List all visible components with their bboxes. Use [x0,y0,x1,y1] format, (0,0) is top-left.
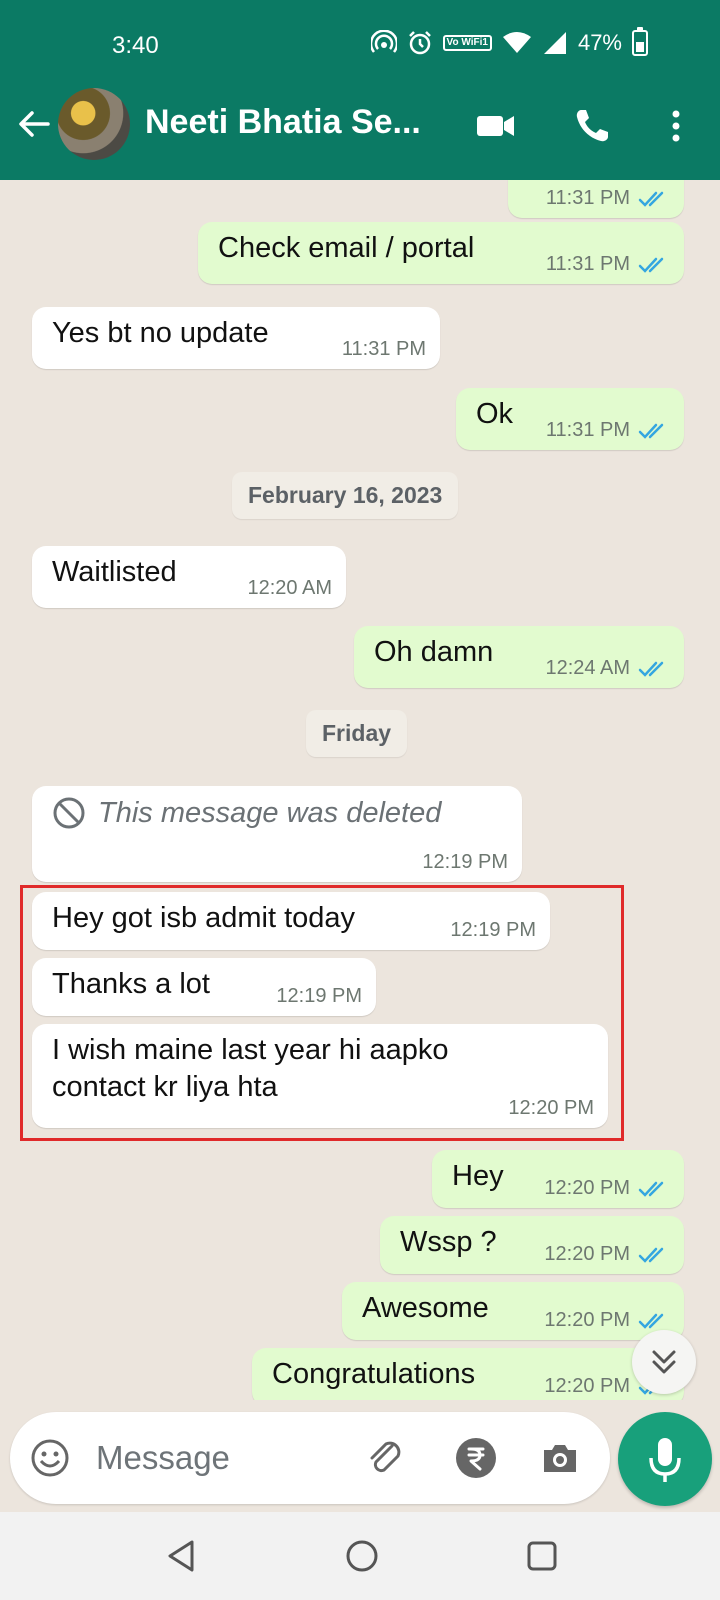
video-call-icon[interactable] [474,104,518,148]
voice-call-icon[interactable] [570,104,614,148]
message-outgoing[interactable]: Ok 11:31 PM [456,388,684,450]
contact-name[interactable]: Neeti Bhatia Se... [145,103,421,142]
attach-icon[interactable] [362,1434,408,1480]
camera-icon[interactable] [538,1436,582,1480]
wifi-icon [502,32,531,53]
message-outgoing[interactable]: 11:31 PM [508,180,684,218]
date-separator: February 16, 2023 [232,472,459,519]
message-outgoing[interactable]: Wssp ? 12:20 PM [380,1216,684,1274]
message-outgoing[interactable]: Congratulations 12:20 PM [252,1348,684,1400]
status-time: 3:40 [112,32,159,59]
message-outgoing[interactable]: Oh damn 12:24 AM [354,626,684,688]
nav-home-icon[interactable] [340,1534,384,1578]
alarm-icon [408,31,431,55]
back-arrow-icon[interactable] [16,106,52,142]
message-outgoing[interactable]: Check email / portal 11:31 PM [198,222,684,284]
read-ticks-icon [638,257,664,273]
message-incoming[interactable]: Yes bt no update 11:31 PM [32,307,440,369]
message-outgoing[interactable]: Hey 12:20 PM [432,1150,684,1208]
deleted-message-icon [53,797,85,829]
chat-header: Neeti Bhatia Se... [0,86,720,166]
nav-back-icon[interactable] [160,1534,204,1578]
signal-icon [543,32,566,54]
message-input[interactable] [96,1434,336,1482]
chat-area[interactable]: 11:31 PM Check email / portal 11:31 PM Y… [0,180,720,1400]
scroll-to-bottom-button[interactable] [632,1330,696,1394]
read-ticks-icon [638,423,664,439]
avatar[interactable] [58,88,130,160]
more-options-icon[interactable] [654,104,698,148]
volte-wifi-icon: Vo WiFi1 [442,35,492,51]
nav-recents-icon[interactable] [520,1534,564,1578]
highlight-box [20,885,624,1141]
message-incoming[interactable]: Waitlisted 12:20 AM [32,546,346,608]
mic-button[interactable] [618,1412,712,1506]
mic-icon [649,1438,681,1482]
read-ticks-icon [638,1313,664,1329]
read-ticks-icon [638,661,664,677]
top-bar: 3:40 Vo WiFi1 47% Neeti Bhatia Se... [0,0,720,180]
read-ticks-icon [638,1181,664,1197]
message-composer [10,1412,610,1504]
battery-percent: 47% [577,30,622,55]
read-ticks-icon [638,1247,664,1263]
rupee-payment-icon[interactable] [454,1436,498,1480]
status-icons: Vo WiFi1 47% [370,27,648,56]
system-navigation-bar [0,1512,720,1600]
message-deleted[interactable]: This message was deleted 12:19 PM [32,786,522,882]
hotspot-icon [370,30,397,53]
read-ticks-icon [638,191,664,207]
double-chevron-down-icon [652,1350,676,1374]
emoji-icon[interactable] [28,1436,72,1480]
date-separator: Friday [306,710,408,757]
battery-icon [632,27,648,56]
